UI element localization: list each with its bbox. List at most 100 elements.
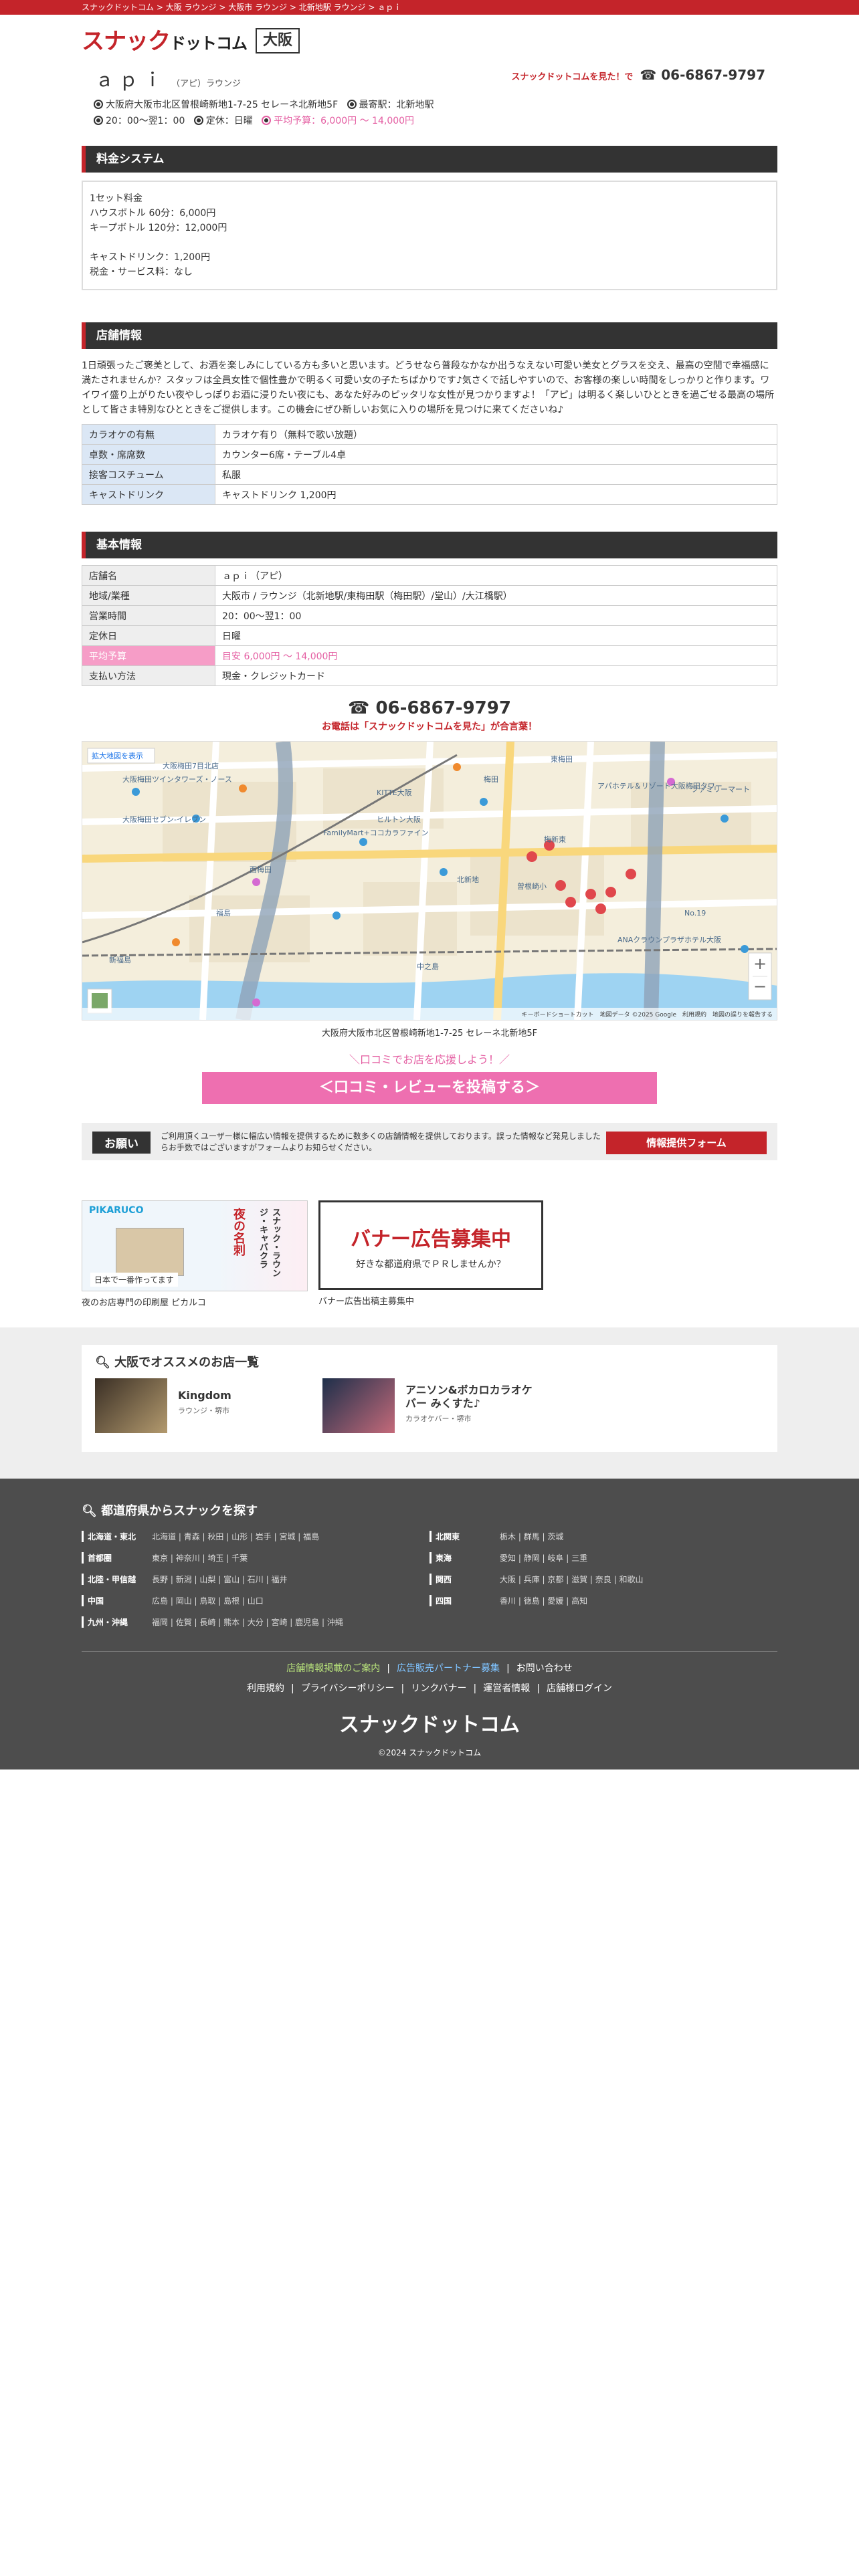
tel-top[interactable]: スナックドットコムを見た！で ☎ 06-6867-9797	[511, 67, 765, 83]
info-form-button[interactable]: 情報提供フォーム	[606, 1132, 767, 1154]
pref-link[interactable]: 鳥取	[199, 1596, 215, 1606]
pref-separator: |	[271, 1532, 280, 1541]
pref-link[interactable]: 愛知	[500, 1553, 516, 1563]
pref-link[interactable]: 栃木	[500, 1532, 516, 1541]
table-value: 現金・クレジットカード	[215, 665, 777, 686]
pref-link[interactable]: 長野	[152, 1575, 168, 1584]
pref-link[interactable]: 滋賀	[571, 1575, 587, 1584]
recommend-item[interactable]: Kingdom ラウンジ・堺市	[95, 1378, 309, 1433]
pref-link[interactable]: 徳島	[524, 1596, 540, 1606]
region-row: 中国 広島 | 岡山 | 鳥取 | 島根 | 山口	[82, 1595, 264, 1606]
footer-link[interactable]: 運営者情報	[483, 1683, 530, 1694]
pref-link[interactable]: 茨城	[547, 1532, 563, 1541]
footer-link[interactable]: 店舗様ログイン	[547, 1683, 612, 1694]
pref-link[interactable]: 島根	[223, 1596, 240, 1606]
pikaruco-vertical: スナック・ラウンジ・キャバクラ	[258, 1208, 280, 1277]
pref-link[interactable]: 山口	[248, 1596, 264, 1606]
pref-link[interactable]: 東京	[152, 1553, 168, 1563]
pref-link[interactable]: 香川	[500, 1596, 516, 1606]
banner-pikaruco[interactable]: PIKARUCO 夜の名刺 スナック・ラウンジ・キャバクラ 日本で一番作ってます…	[82, 1200, 308, 1308]
table-value: 私服	[215, 464, 777, 485]
pref-link[interactable]: 岡山	[176, 1596, 192, 1606]
pref-link[interactable]: 福島	[303, 1532, 319, 1541]
pref-link[interactable]: 広島	[152, 1596, 168, 1606]
map-credit: キーボードショートカット 地図データ ©2025 Google 利用規約 地図の…	[521, 1012, 773, 1018]
breadcrumb-item[interactable]: 北新地駅 ラウンジ	[299, 3, 366, 12]
pref-link[interactable]: 静岡	[524, 1553, 540, 1563]
site-logo[interactable]: スナックドットコム	[82, 23, 248, 56]
breadcrumb-item[interactable]: スナックドットコム	[82, 3, 154, 12]
pref-link[interactable]: 和歌山	[619, 1575, 643, 1584]
google-map[interactable]: 大阪梅田ツインタワーズ・ノース 大阪梅田7目北店 KITTE大阪 梅田 東梅田 ヒルトン大…	[82, 741, 777, 1021]
footer-link[interactable]: 利用規約	[247, 1683, 284, 1694]
footer-link[interactable]: プライバシーポリシー	[301, 1683, 395, 1694]
table-value: カウンター6席・テーブル4卓	[215, 444, 777, 465]
tel-number[interactable]: ☎ 06-6867-9797	[640, 67, 765, 83]
post-review-button[interactable]: ＜口コミ・レビューを投稿する＞	[202, 1072, 657, 1104]
map-label: 梅田	[484, 774, 498, 784]
pref-separator: |	[191, 1596, 200, 1606]
pref-link[interactable]: 宮城	[279, 1532, 295, 1541]
footer-link[interactable]: 広告販売パートナー募集	[397, 1663, 500, 1674]
breadcrumb-item[interactable]: 大阪市 ラウンジ	[228, 3, 287, 12]
footer-links-primary: 店舗情報掲載のご案内 | 広告販売パートナー募集 | お問い合わせ	[82, 1661, 777, 1675]
map-expand-link[interactable]: 拡大地図を表示	[92, 750, 143, 761]
pref-link[interactable]: 大分	[248, 1618, 264, 1627]
map-zoom-in-button[interactable]: +	[749, 954, 771, 973]
pref-link[interactable]: 熊本	[223, 1618, 240, 1627]
price-line: キャストドリンク：1,200円	[90, 252, 211, 263]
pref-link[interactable]: 埼玉	[207, 1553, 223, 1563]
pref-link[interactable]: 宮崎	[271, 1618, 287, 1627]
pref-link[interactable]: 奈良	[595, 1575, 611, 1584]
footer-link[interactable]: お問い合わせ	[516, 1663, 573, 1674]
pref-link[interactable]: 長崎	[199, 1618, 215, 1627]
pref-link[interactable]: 青森	[184, 1532, 200, 1541]
pref-link[interactable]: 福井	[271, 1575, 287, 1584]
map-label: 新福島	[109, 955, 131, 964]
pref-link[interactable]: 富山	[223, 1575, 240, 1584]
pref-link[interactable]: 山梨	[199, 1575, 215, 1584]
pref-link[interactable]: 石川	[248, 1575, 264, 1584]
pref-link[interactable]: 福岡	[152, 1618, 168, 1627]
request-label: お願い	[92, 1132, 151, 1154]
pikaruco-tag: 夜の名刺	[231, 1208, 246, 1256]
pref-link[interactable]: 神奈川	[176, 1553, 200, 1563]
pref-link[interactable]: 高知	[571, 1596, 587, 1606]
pref-link[interactable]: 北海道	[152, 1532, 176, 1541]
footer-link[interactable]: リンクバナー	[411, 1683, 466, 1694]
recommend-item[interactable]: アニソン&ボカロカラオケバー みくすた♪ カラオケバー・堺市	[322, 1378, 550, 1433]
pref-link[interactable]: 秋田	[207, 1532, 223, 1541]
pref-link[interactable]: 沖縄	[327, 1618, 343, 1627]
footer-logo[interactable]: スナックドットコム	[82, 1708, 777, 1737]
pref-separator: |	[295, 1532, 304, 1541]
pref-link[interactable]: 鹿児島	[295, 1618, 319, 1627]
pref-link[interactable]: 山形	[231, 1532, 248, 1541]
pref-link[interactable]: 愛媛	[547, 1596, 563, 1606]
pref-link[interactable]: 佐賀	[176, 1618, 192, 1627]
map-zoom-out-button[interactable]: −	[749, 977, 771, 996]
tel-center[interactable]: ☎ 06-6867-9797	[82, 698, 777, 718]
region-prefs: 香川 | 徳島 | 愛媛 | 高知	[500, 1596, 587, 1606]
pikaruco-brand: PIKARUCO	[89, 1205, 144, 1216]
pref-link[interactable]: 京都	[547, 1575, 563, 1584]
pref-separator: |	[240, 1575, 248, 1584]
pref-link[interactable]: 群馬	[524, 1532, 540, 1541]
pref-link[interactable]: 千葉	[231, 1553, 248, 1563]
breadcrumb-item[interactable]: 大阪 ラウンジ	[166, 3, 217, 12]
shop-address-row: 大阪府大阪市北区曽根崎新地1-7-25 セレーネ北新地5F 最寄駅：北新地駅	[94, 98, 434, 111]
pref-link[interactable]: 大阪	[500, 1575, 516, 1584]
map-label: ANAクラウンプラザホテル大阪	[617, 935, 721, 944]
footer-link[interactable]: 店舗情報掲載のご案内	[286, 1663, 380, 1674]
pref-link[interactable]: 新潟	[176, 1575, 192, 1584]
pref-link[interactable]: 三重	[571, 1553, 587, 1563]
pref-link[interactable]: 兵庫	[524, 1575, 540, 1584]
table-value: 日曜	[215, 625, 777, 646]
area-label[interactable]: 大阪	[256, 28, 300, 53]
banner-ad-wanted[interactable]: バナー広告募集中 好きな都道府県でＰＲしませんか？ バナー広告出稿主募集中	[318, 1200, 543, 1307]
price-line: ハウスボトル 60分：6,000円	[90, 208, 216, 219]
pref-link[interactable]: 岩手	[256, 1532, 272, 1541]
region-name: 中国	[82, 1595, 152, 1606]
table-row: 店舗名 ａｐｉ（アピ）	[82, 565, 777, 586]
pref-link[interactable]: 岐阜	[547, 1553, 563, 1563]
pref-separator: |	[215, 1618, 224, 1627]
